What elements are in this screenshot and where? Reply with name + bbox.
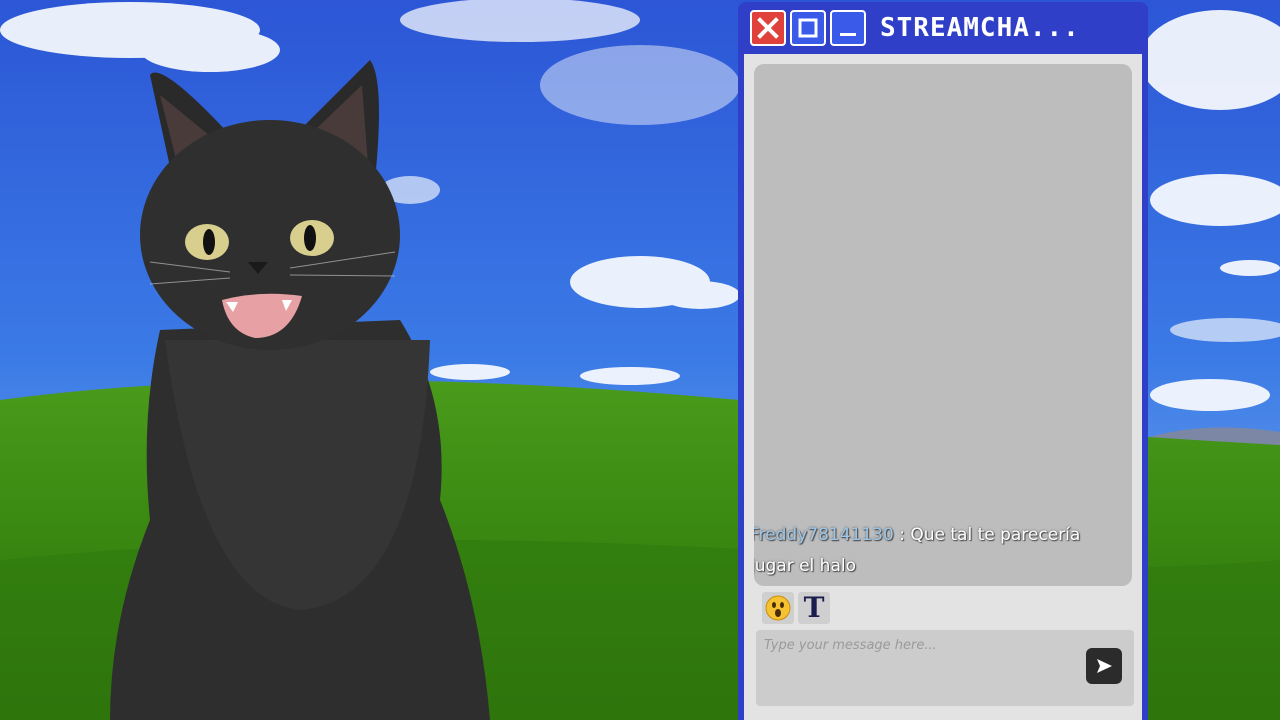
send-button[interactable]	[1086, 648, 1122, 684]
square-icon	[798, 18, 818, 38]
message-composer	[756, 630, 1134, 706]
chat-window: STREAMCHA... Freddy78141130 : Que tal te…	[738, 2, 1148, 720]
text-format-icon: T	[803, 591, 825, 624]
stream-scene: STREAMCHA... Freddy78141130 : Que tal te…	[0, 0, 1280, 720]
chat-title-bar[interactable]: STREAMCHA...	[744, 2, 1142, 54]
send-arrow-icon	[1097, 659, 1112, 673]
message-separator: :	[893, 525, 911, 545]
chat-message: Freddy78141130 : Que tal te parecería ju…	[754, 520, 1120, 582]
message-username[interactable]: Freddy78141130	[754, 525, 894, 545]
close-button[interactable]	[750, 10, 786, 46]
composer-toolbar: T	[762, 592, 830, 624]
minimize-button[interactable]	[830, 10, 866, 46]
cat-avatar	[110, 60, 490, 720]
chat-window-title: STREAMCHA...	[880, 13, 1080, 43]
maximize-button[interactable]	[790, 10, 826, 46]
text-format-button[interactable]: T	[798, 592, 830, 624]
x-icon	[757, 17, 779, 39]
underscore-icon	[840, 33, 856, 36]
surprised-face-icon	[765, 595, 791, 621]
chat-body: Freddy78141130 : Que tal te parecería ju…	[744, 54, 1142, 720]
emoji-button[interactable]	[762, 592, 794, 624]
message-list: Freddy78141130 : Que tal te parecería ju…	[754, 520, 1132, 582]
message-input[interactable]	[756, 630, 1092, 660]
message-area[interactable]: Freddy78141130 : Que tal te parecería ju…	[754, 64, 1132, 586]
